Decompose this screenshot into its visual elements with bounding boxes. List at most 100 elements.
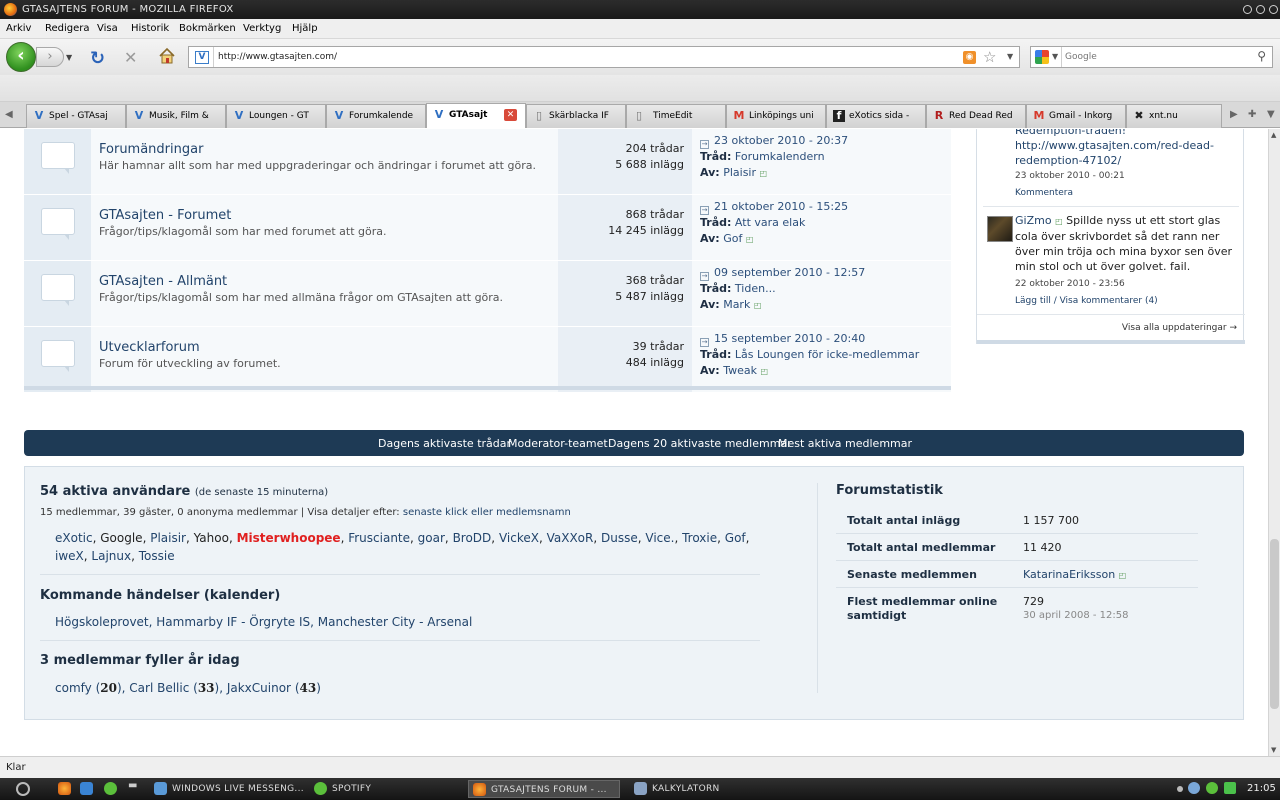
event-link[interactable]: Högskoleprovet: [55, 615, 149, 629]
maximize-button[interactable]: [1256, 5, 1265, 14]
online-user-link[interactable]: Misterwhoopee: [237, 531, 341, 545]
taskbar-item-calculator[interactable]: KALKYLATORN: [630, 780, 778, 798]
goto-last-post-icon[interactable]: →: [700, 338, 709, 347]
last-thread-link[interactable]: Forumkalendern: [735, 150, 825, 163]
tab-spel[interactable]: V Spel - GTAsaj: [26, 104, 126, 128]
vertical-scrollbar[interactable]: ▲ ▼: [1268, 129, 1280, 756]
footer-link-moderators[interactable]: Moderator-teamet: [508, 437, 608, 450]
birthday-member-link[interactable]: JakxCuinor: [227, 681, 291, 695]
author-link[interactable]: Plaisir: [723, 166, 756, 179]
tab-musik[interactable]: V Musik, Film &: [126, 104, 226, 128]
forum-title-link[interactable]: GTAsajten - Forumet: [99, 208, 231, 223]
tab-gtasajten-active[interactable]: V GTAsajt ✕: [426, 103, 526, 128]
online-user-link[interactable]: Dusse: [601, 531, 638, 545]
search-icon[interactable]: ⚲: [1257, 49, 1266, 63]
comment-link[interactable]: Kommentera: [1015, 188, 1073, 198]
newest-member-link[interactable]: KatarinaEriksson: [1023, 568, 1115, 581]
last-thread-link[interactable]: Att vara elak: [735, 216, 805, 229]
status-entry-link[interactable]: http://www.gtasajten.com/red-dead-redemp…: [1015, 139, 1214, 167]
tab-xnt[interactable]: ✖ xnt.nu: [1126, 104, 1222, 128]
online-user-link[interactable]: iweX: [55, 549, 84, 563]
footer-link-most-active[interactable]: Mest aktiva medlemmar: [778, 437, 912, 450]
tabs-scroll-left-icon[interactable]: ◀: [5, 109, 13, 120]
online-user-link[interactable]: BroDD: [453, 531, 492, 545]
taskbar-item-spotify[interactable]: SPOTIFY: [310, 780, 458, 798]
event-link[interactable]: Manchester City - Arsenal: [318, 615, 473, 629]
birthday-member-link[interactable]: comfy: [55, 681, 92, 695]
start-menu-icon[interactable]: [16, 782, 30, 796]
birthday-member-link[interactable]: Carl Bellic: [129, 681, 189, 695]
network-tray-icon[interactable]: [1224, 782, 1236, 794]
last-thread-link[interactable]: Lås Loungen för icke-medlemmar: [735, 348, 919, 361]
online-user-link[interactable]: Yahoo: [194, 531, 229, 545]
online-user-link[interactable]: eXotic: [55, 531, 93, 545]
goto-last-post-icon[interactable]: →: [700, 206, 709, 215]
profile-popup-icon[interactable]: ◰: [746, 235, 754, 244]
reload-icon[interactable]: ↻: [90, 48, 105, 69]
online-user-link[interactable]: Vice.: [645, 531, 674, 545]
view-all-updates-link[interactable]: Visa alla uppdateringar →: [1122, 323, 1237, 333]
profile-popup-icon[interactable]: ◰: [1055, 217, 1063, 226]
tab-skarblacka[interactable]: ▯ Skärblacka IF: [526, 104, 626, 128]
scrollbar-thumb[interactable]: [1270, 539, 1279, 709]
online-user-link[interactable]: goar: [418, 531, 445, 545]
menu-redigera[interactable]: Redigera: [45, 23, 90, 34]
profile-popup-icon[interactable]: ◰: [760, 169, 768, 178]
event-link[interactable]: Hammarby IF - Örgryte IS: [156, 615, 310, 629]
history-dropdown-icon[interactable]: ▼: [66, 53, 72, 62]
url-dropdown-icon[interactable]: ▼: [1007, 52, 1013, 61]
footer-link-top20-members[interactable]: Dagens 20 aktivaste medlemmar: [608, 437, 792, 450]
stop-icon[interactable]: ✕: [124, 48, 137, 67]
forum-title-link[interactable]: GTAsajten - Allmänt: [99, 274, 227, 289]
footer-link-active-threads[interactable]: Dagens aktivaste trådar: [378, 437, 511, 450]
author-link[interactable]: Gof: [723, 232, 742, 245]
menu-historik[interactable]: Historik: [131, 23, 169, 34]
home-icon[interactable]: [158, 47, 176, 65]
tab-list-icon[interactable]: ▼: [1267, 109, 1275, 120]
close-tab-icon[interactable]: ✕: [504, 109, 517, 121]
show-desktop-icon[interactable]: ▬: [128, 780, 141, 793]
profile-popup-icon[interactable]: ◰: [760, 367, 768, 376]
online-user-link[interactable]: VaXXoR: [547, 531, 594, 545]
menu-bokmarken[interactable]: Bokmärken: [179, 23, 236, 34]
google-engine-icon[interactable]: [1035, 50, 1049, 64]
steam-tray-icon[interactable]: [1188, 782, 1200, 794]
rss-feed-icon[interactable]: ◉: [963, 51, 976, 64]
tab-loungen[interactable]: V Loungen - GT: [226, 104, 326, 128]
online-user-link[interactable]: Lajnux: [91, 549, 131, 563]
online-user-link[interactable]: Plaisir: [150, 531, 186, 545]
tab-timeedit[interactable]: ▯ TimeEdit: [626, 104, 726, 128]
online-user-link[interactable]: VickeX: [499, 531, 539, 545]
spotify-tray-icon[interactable]: [1206, 782, 1218, 794]
engine-dropdown-icon[interactable]: ▼: [1052, 52, 1058, 61]
online-user-link[interactable]: Frusciante: [348, 531, 410, 545]
back-button[interactable]: ‹: [6, 42, 36, 72]
online-user-link[interactable]: Google: [100, 531, 142, 545]
menu-arkiv[interactable]: Arkiv: [6, 23, 31, 34]
tabs-scroll-right-icon[interactable]: ▶: [1230, 109, 1238, 120]
tab-gmail[interactable]: M Gmail - Inkorg: [1026, 104, 1126, 128]
online-user-link[interactable]: Troxie: [682, 531, 717, 545]
avatar[interactable]: [987, 216, 1013, 242]
author-link[interactable]: Mark: [723, 298, 750, 311]
online-user-link[interactable]: Tossie: [139, 549, 175, 563]
taskbar-item-firefox[interactable]: GTASAJTENS FORUM - ...: [468, 780, 620, 798]
address-bar[interactable]: V http://www.gtasajten.com/ ◉ ☆ ▼: [188, 46, 1020, 68]
last-thread-link[interactable]: Tiden...: [735, 282, 776, 295]
minimize-button[interactable]: [1243, 5, 1252, 14]
menu-visa[interactable]: Visa: [97, 23, 118, 34]
tab-red-dead[interactable]: R Red Dead Red: [926, 104, 1026, 128]
tab-linkopings[interactable]: M Linköpings uni: [726, 104, 826, 128]
scroll-down-icon[interactable]: ▼: [1271, 746, 1276, 754]
forum-title-link[interactable]: Utvecklarforum: [99, 340, 200, 355]
spotify-quicklaunch-icon[interactable]: [104, 782, 117, 795]
online-user-link[interactable]: Gof: [725, 531, 746, 545]
menu-hjalp[interactable]: Hjälp: [292, 23, 318, 34]
search-input[interactable]: [1065, 50, 1245, 64]
bookmark-star-icon[interactable]: ☆: [983, 48, 996, 66]
scroll-up-icon[interactable]: ▲: [1271, 131, 1276, 139]
goto-last-post-icon[interactable]: →: [700, 272, 709, 281]
taskbar-item-messenger[interactable]: WINDOWS LIVE MESSENG...: [150, 780, 304, 798]
url-text[interactable]: http://www.gtasajten.com/: [218, 52, 337, 62]
forum-title-link[interactable]: Forumändringar: [99, 142, 203, 157]
